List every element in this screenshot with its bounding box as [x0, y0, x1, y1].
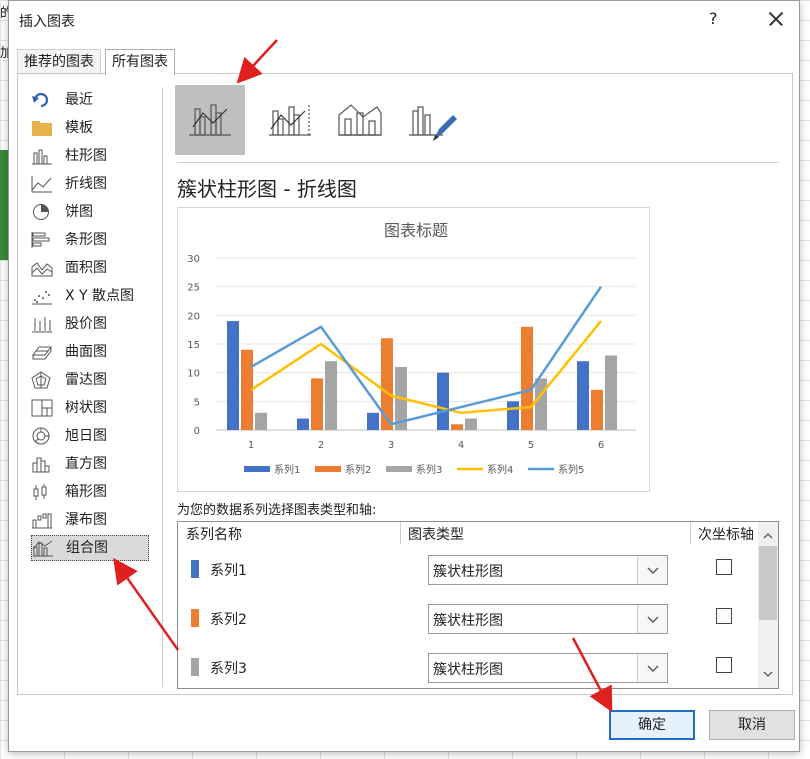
- arrow-to-ok: [571, 637, 613, 713]
- annotation-arrows: [113, 39, 613, 713]
- arrow-to-subtype: [236, 39, 278, 84]
- tab-all-charts[interactable]: 所有图表: [105, 49, 175, 75]
- arrow-to-combo: [113, 557, 180, 651]
